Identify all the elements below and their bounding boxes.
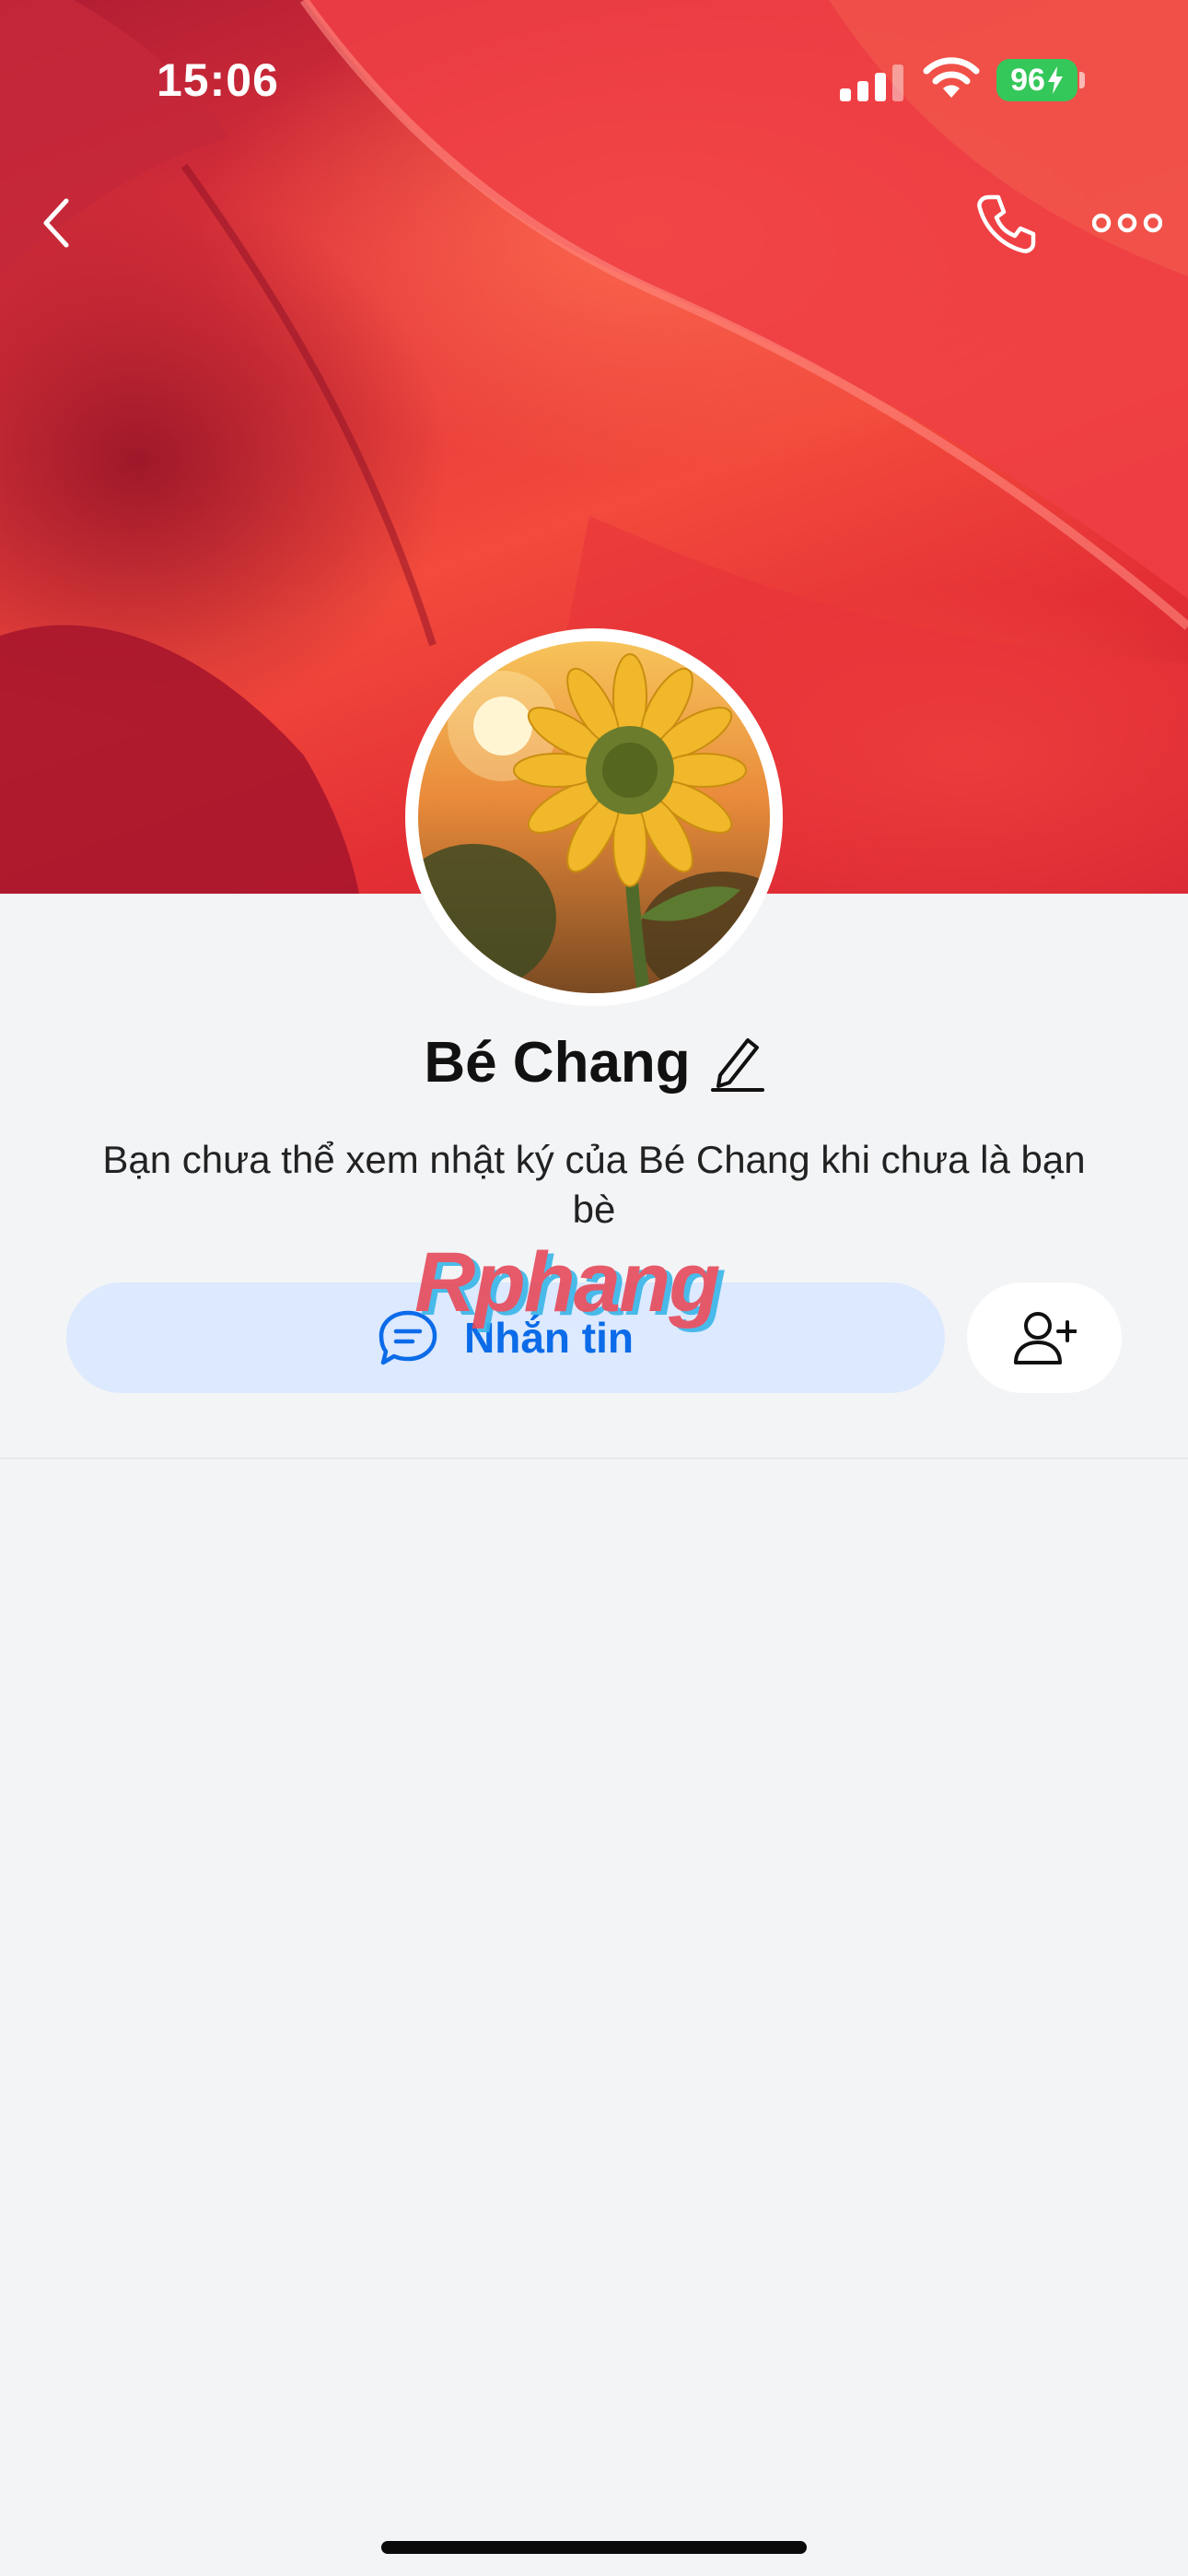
profile-name: Bé Chang xyxy=(424,1031,691,1095)
signal-icon xyxy=(840,64,903,101)
add-friend-button[interactable] xyxy=(967,1282,1122,1393)
section-divider xyxy=(0,1458,1188,1459)
battery-nub xyxy=(1079,72,1085,88)
back-chevron-icon[interactable] xyxy=(37,193,77,252)
add-friend-icon xyxy=(1014,1312,1077,1364)
home-indicator[interactable] xyxy=(381,2541,807,2554)
profile-name-row: Bé Chang xyxy=(0,1030,1188,1095)
wifi-icon xyxy=(923,57,980,98)
more-dots-icon[interactable] xyxy=(1092,206,1162,240)
avatar[interactable] xyxy=(418,641,770,993)
phone-icon[interactable] xyxy=(974,192,1039,256)
edit-pencil-icon[interactable] xyxy=(710,1033,764,1094)
battery-icon: 96 xyxy=(996,59,1077,101)
status-bar: 15:06 96 xyxy=(0,0,1188,157)
battery-level: 96 xyxy=(1010,62,1045,98)
sunflower-avatar-graphic xyxy=(418,641,770,993)
watermark-logo: Rphang xyxy=(414,1235,720,1329)
status-time: 15:06 xyxy=(157,54,279,106)
diary-restricted-notice: Bạn chưa thể xem nhật ký của Bé Chang kh… xyxy=(102,1138,1086,1231)
charging-bolt-icon xyxy=(1047,66,1063,94)
